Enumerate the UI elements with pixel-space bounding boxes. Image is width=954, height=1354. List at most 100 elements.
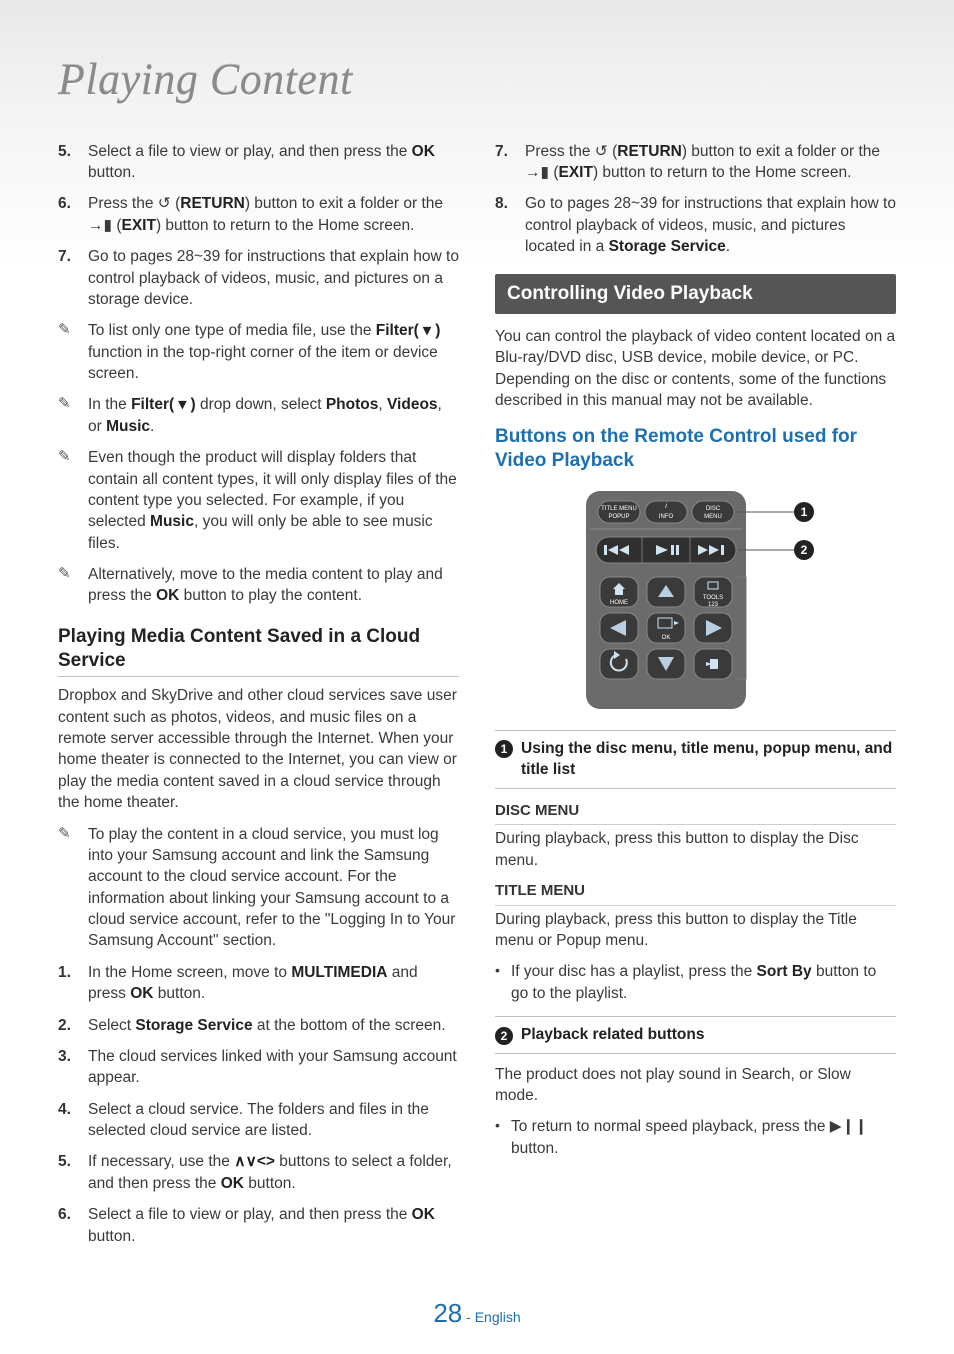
page-footer: 28 - English: [0, 1296, 954, 1332]
note-text: In the Filter( ▾ ) drop down, select Pho…: [88, 394, 459, 437]
info-button: i INFO: [645, 501, 687, 523]
title-menu-bullet-text: If your disc has a playlist, press the S…: [511, 961, 896, 1004]
step-text: If necessary, use the ∧∨<> buttons to se…: [88, 1151, 459, 1194]
svg-text:TITLE MENU: TITLE MENU: [601, 506, 637, 512]
step-number: 4.: [58, 1099, 88, 1142]
callout-2: 2: [800, 543, 807, 557]
note-item: ✎Even though the product will display fo…: [58, 447, 459, 554]
right-column: 7.Press the ↺ (RETURN) button to exit a …: [495, 141, 896, 1257]
step-number: 7.: [495, 141, 525, 184]
note-icon: ✎: [58, 320, 88, 384]
numbered-step: 2.Select Storage Service at the bottom o…: [58, 1015, 459, 1036]
notes-bullets: ✎To list only one type of media file, us…: [58, 320, 459, 607]
note-icon: ✎: [58, 447, 88, 554]
cloud-heading: Playing Media Content Saved in a Cloud S…: [58, 625, 459, 673]
step-text: In the Home screen, move to MULTIMEDIA a…: [88, 962, 459, 1005]
legend-2: 2 Playback related buttons: [495, 1016, 896, 1053]
step-number: 5.: [58, 1151, 88, 1194]
numbered-step: 7.Press the ↺ (RETURN) button to exit a …: [495, 141, 896, 184]
disc-menu-text: During playback, press this button to di…: [495, 828, 896, 871]
legend-2-title: Playback related buttons: [521, 1024, 704, 1045]
numbered-step: 3.The cloud services linked with your Sa…: [58, 1046, 459, 1089]
columns: 5.Select a file to view or play, and the…: [58, 141, 896, 1257]
legend-1-num: 1: [495, 740, 513, 758]
svg-text:MENU: MENU: [704, 514, 722, 520]
numbered-step: 1.In the Home screen, move to MULTIMEDIA…: [58, 962, 459, 1005]
svg-text:INFO: INFO: [658, 514, 673, 520]
step-text: Go to pages 28~39 for instructions that …: [88, 246, 459, 310]
exit-button: [694, 649, 732, 679]
svg-text:POPUP: POPUP: [608, 514, 629, 520]
down-button: [647, 649, 685, 679]
up-button: [647, 577, 685, 607]
step-number: 1.: [58, 962, 88, 1005]
numbered-step: 4.Select a cloud service. The folders an…: [58, 1099, 459, 1142]
step-number: 6.: [58, 193, 88, 236]
step-text: The cloud services linked with your Sams…: [88, 1046, 459, 1089]
step-text: Select a cloud service. The folders and …: [88, 1099, 459, 1142]
steps-top-left: 5.Select a file to view or play, and the…: [58, 141, 459, 311]
note-text: Even though the product will display fol…: [88, 447, 459, 554]
svg-text:HOME: HOME: [610, 600, 628, 606]
step-number: 5.: [58, 141, 88, 184]
svg-text:TOOLS: TOOLS: [702, 595, 722, 601]
step-number: 2.: [58, 1015, 88, 1036]
section-paragraph: You can control the playback of video co…: [495, 326, 896, 412]
divider: [58, 676, 459, 677]
note-item: ✎To list only one type of media file, us…: [58, 320, 459, 384]
title-menu-text: During playback, press this button to di…: [495, 909, 896, 952]
return-button: [600, 649, 638, 679]
title-menu-button: TITLE MENU POPUP: [598, 501, 640, 523]
legend-1-title: Using the disc menu, title menu, popup m…: [521, 738, 896, 781]
cloud-note-item: ✎ To play the content in a cloud service…: [58, 824, 459, 952]
numbered-step: 5.Select a file to view or play, and the…: [58, 141, 459, 184]
note-text: To list only one type of media file, use…: [88, 320, 459, 384]
footer-lang: English: [475, 1309, 521, 1325]
legend-2-num: 2: [495, 1027, 513, 1045]
steps-top-right: 7.Press the ↺ (RETURN) button to exit a …: [495, 141, 896, 258]
cloud-steps: 1.In the Home screen, move to MULTIMEDIA…: [58, 962, 459, 1247]
note-item: ✎In the Filter( ▾ ) drop down, select Ph…: [58, 394, 459, 437]
step-number: 6.: [58, 1204, 88, 1247]
step-text: Select a file to view or play, and then …: [88, 1204, 459, 1247]
disc-menu-heading: DISC MENU: [495, 801, 896, 826]
page-title: Playing Content: [58, 50, 896, 111]
playback-bullet: • To return to normal speed playback, pr…: [495, 1116, 896, 1159]
tools-button: TOOLS 123: [694, 577, 732, 608]
step-text: Select Storage Service at the bottom of …: [88, 1015, 459, 1036]
note-item: ✎Alternatively, move to the media conten…: [58, 564, 459, 607]
note-icon: ✎: [58, 824, 88, 952]
note-icon: ✎: [58, 564, 88, 607]
left-column: 5.Select a file to view or play, and the…: [58, 141, 459, 1257]
legend-1: 1 Using the disc menu, title menu, popup…: [495, 730, 896, 789]
numbered-step: 5.If necessary, use the ∧∨<> buttons to …: [58, 1151, 459, 1194]
numbered-step: 6.Select a file to view or play, and the…: [58, 1204, 459, 1247]
svg-text:OK: OK: [661, 635, 670, 641]
home-button: HOME: [600, 577, 638, 607]
right-button: [694, 613, 732, 643]
section-bar-video: Controlling Video Playback: [495, 274, 896, 314]
svg-text:DISC: DISC: [705, 506, 720, 512]
disc-menu-button: DISC MENU: [692, 501, 734, 523]
step-number: 3.: [58, 1046, 88, 1089]
footer-sep: -: [466, 1309, 475, 1325]
ok-button: OK: [647, 613, 685, 643]
step-number: 8.: [495, 193, 525, 257]
step-number: 7.: [58, 246, 88, 310]
callout-1: 1: [800, 505, 807, 519]
remote-heading: Buttons on the Remote Control used for V…: [495, 425, 896, 473]
numbered-step: 6.Press the ↺ (RETURN) button to exit a …: [58, 193, 459, 236]
title-menu-heading: TITLE MENU: [495, 881, 896, 906]
playback-bullet-text: To return to normal speed playback, pres…: [511, 1116, 896, 1159]
title-menu-bullet: • If your disc has a playlist, press the…: [495, 961, 896, 1004]
cloud-paragraph: Dropbox and SkyDrive and other cloud ser…: [58, 685, 459, 813]
step-text: Go to pages 28~39 for instructions that …: [525, 193, 896, 257]
step-text: Press the ↺ (RETURN) button to exit a fo…: [525, 141, 896, 184]
note-icon: ✎: [58, 394, 88, 437]
left-button: [600, 613, 638, 643]
page-number: 28: [433, 1298, 462, 1328]
numbered-step: 7.Go to pages 28~39 for instructions tha…: [58, 246, 459, 310]
cloud-note-text: To play the content in a cloud service, …: [88, 824, 459, 952]
remote-diagram: TITLE MENU POPUP i INFO DISC MENU: [495, 487, 896, 712]
bullet-dot: •: [495, 961, 511, 1004]
